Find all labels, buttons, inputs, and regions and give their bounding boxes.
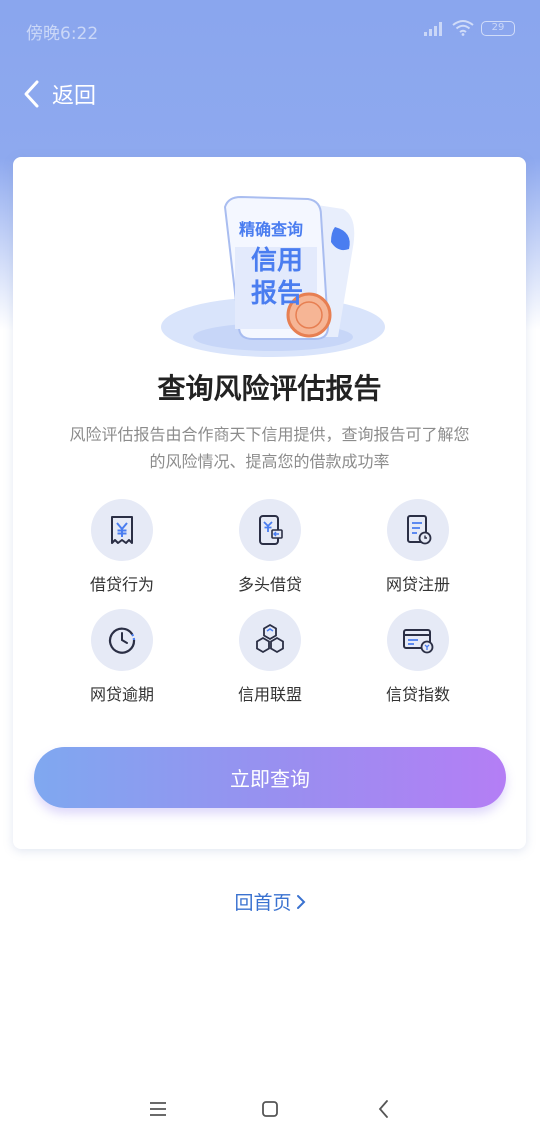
feature-credit-index[interactable]: 信贷指数 [344, 609, 492, 719]
status-time: 傍晚6:22 [26, 24, 99, 44]
battery-indicator: 29 [481, 21, 515, 36]
badge-top-text: 精确查询 [239, 220, 303, 239]
wifi-icon [452, 20, 474, 36]
back-button[interactable]: 返回 [22, 77, 96, 111]
chevron-right-icon [296, 895, 305, 909]
home-square-icon[interactable] [258, 1097, 282, 1121]
document-clock-icon [387, 499, 449, 561]
feature-label: 网贷注册 [385, 575, 450, 594]
back-home-label: 回首页 [234, 892, 292, 914]
feature-label: 网贷逾期 [89, 685, 154, 704]
feature-multi-lending[interactable]: 多头借贷 [196, 499, 344, 609]
feature-label: 多头借贷 [237, 575, 302, 594]
phone-yen-icon [239, 499, 301, 561]
feature-label: 信贷指数 [385, 685, 450, 704]
badge-main-1-text: 信用 [251, 245, 303, 275]
feature-lending-behavior[interactable]: 借贷行为 [48, 499, 196, 609]
hexagons-icon [239, 609, 301, 671]
back-triangle-icon[interactable] [372, 1097, 396, 1121]
card-coin-icon [387, 609, 449, 671]
card-title: 查询风险评估报告 [157, 372, 382, 405]
feature-online-loan-overdue[interactable]: 网贷逾期 [48, 609, 196, 719]
badge-main-2-text: 报告 [251, 278, 303, 308]
system-navigation-bar [0, 1080, 540, 1140]
clock-icon [91, 609, 153, 671]
feature-online-loan-registration[interactable]: 网贷注册 [344, 499, 492, 609]
menu-icon[interactable] [146, 1097, 170, 1121]
feature-label: 信用联盟 [237, 685, 302, 704]
signal-icon [424, 22, 442, 36]
feature-label: 借贷行为 [89, 575, 154, 594]
status-bar: 傍晚6:22 29 [0, 0, 540, 60]
query-now-button[interactable]: 立即查询 [34, 747, 506, 808]
card-description: 风险评估报告由合作商天下信用提供，查询报告可了解您的风险情况、提高您的借款成功率 [69, 425, 470, 471]
report-card: 精确查询 信用 报告 查询风险评估报告 风险评估报告由合作商天下信用提供，查询报… [13, 157, 526, 849]
feature-credit-alliance[interactable]: 信用联盟 [196, 609, 344, 719]
feature-grid: 借贷行为 多头借贷 网贷注册 网贷逾期 信用联盟 信贷指数 [48, 499, 492, 709]
receipt-yen-icon [91, 499, 153, 561]
back-label: 返回 [52, 84, 97, 109]
credit-report-illustration: 精确查询 信用 报告 [161, 195, 385, 357]
back-home-link[interactable]: 回首页 [0, 888, 540, 915]
nav-bar: 返回 [0, 60, 540, 126]
chevron-left-icon [24, 80, 39, 108]
